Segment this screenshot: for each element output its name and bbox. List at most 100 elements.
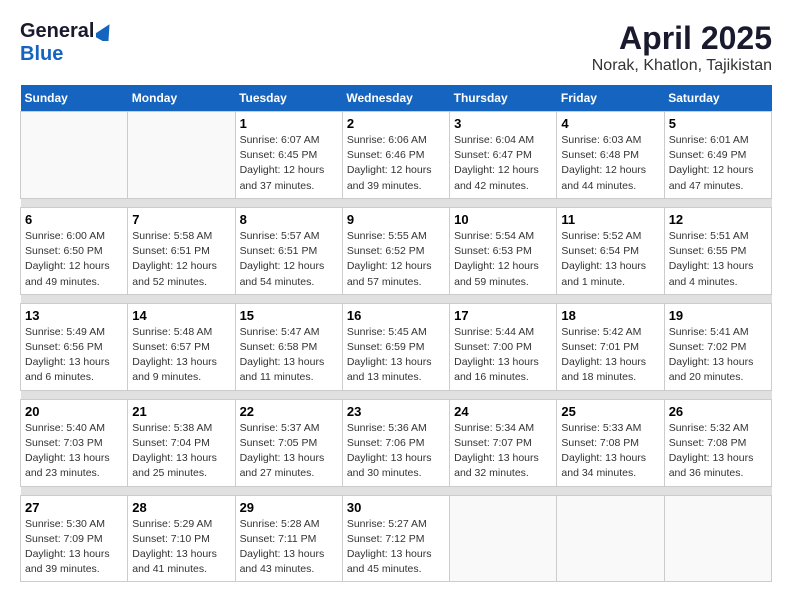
calendar-cell: 13 Sunrise: 5:49 AMSunset: 6:56 PMDayligh… xyxy=(21,303,128,390)
day-info: Sunrise: 5:52 AMSunset: 6:54 PMDaylight:… xyxy=(561,229,659,290)
day-number: 23 xyxy=(347,404,445,419)
logo-icon xyxy=(96,23,114,41)
day-number: 18 xyxy=(561,308,659,323)
calendar-cell: 18Sunrise: 5:42 AMSunset: 7:01 PMDayligh… xyxy=(557,303,664,390)
day-number: 7 xyxy=(132,212,230,227)
week-divider-row xyxy=(21,198,772,207)
day-number: 4 xyxy=(561,116,659,131)
calendar-cell: 19 Sunrise: 5:41 AMSunset: 7:02 PMDayligh… xyxy=(664,303,771,390)
calendar-week-row: 20 Sunrise: 5:40 AMSunset: 7:03 PMDayligh… xyxy=(21,399,772,486)
logo-general: General xyxy=(20,20,94,43)
calendar-body: 1 Sunrise: 6:07 AMSunset: 6:45 PMDaylight… xyxy=(21,112,772,582)
calendar-cell: 27Sunrise: 5:30 AMSunset: 7:09 PMDayligh… xyxy=(21,495,128,582)
calendar-cell: 24Sunrise: 5:34 AMSunset: 7:07 PMDayligh… xyxy=(450,399,557,486)
calendar-cell: 9Sunrise: 5:55 AMSunset: 6:52 PMDaylight… xyxy=(342,207,449,294)
calendar-cell: 30Sunrise: 5:27 AMSunset: 7:12 PMDayligh… xyxy=(342,495,449,582)
calendar-cell: 8 Sunrise: 5:57 AMSunset: 6:51 PMDaylight… xyxy=(235,207,342,294)
day-info: Sunrise: 5:51 AMSunset: 6:55 PMDaylight:… xyxy=(669,229,767,290)
day-info: Sunrise: 5:38 AMSunset: 7:04 PMDaylight:… xyxy=(132,421,230,482)
day-number: 15 xyxy=(240,308,338,323)
day-info: Sunrise: 6:06 AMSunset: 6:46 PMDaylight:… xyxy=(347,133,445,194)
day-number: 21 xyxy=(132,404,230,419)
day-number: 8 xyxy=(240,212,338,227)
calendar-table: SundayMondayTuesdayWednesdayThursdayFrid… xyxy=(20,85,772,582)
page-header: General Blue April 2025 Norak, Khatlon, … xyxy=(20,20,772,75)
day-number: 16 xyxy=(347,308,445,323)
day-number: 9 xyxy=(347,212,445,227)
calendar-cell: 3 Sunrise: 6:04 AMSunset: 6:47 PMDaylight… xyxy=(450,112,557,199)
week-divider xyxy=(21,294,772,303)
calendar-title: April 2025 xyxy=(592,20,772,57)
day-info: Sunrise: 5:36 AMSunset: 7:06 PMDaylight:… xyxy=(347,421,445,482)
day-number: 12 xyxy=(669,212,767,227)
day-info: Sunrise: 5:41 AMSunset: 7:02 PMDaylight:… xyxy=(669,325,767,386)
week-divider xyxy=(21,486,772,495)
day-info: Sunrise: 5:30 AMSunset: 7:09 PMDaylight:… xyxy=(25,517,123,578)
day-info: Sunrise: 6:07 AMSunset: 6:45 PMDaylight:… xyxy=(240,133,338,194)
calendar-cell: 10Sunrise: 5:54 AMSunset: 6:53 PMDayligh… xyxy=(450,207,557,294)
day-number: 6 xyxy=(25,212,123,227)
calendar-cell xyxy=(557,495,664,582)
day-number: 19 xyxy=(669,308,767,323)
day-info: Sunrise: 5:58 AMSunset: 6:51 PMDaylight:… xyxy=(132,229,230,290)
day-number: 3 xyxy=(454,116,552,131)
week-divider-row xyxy=(21,390,772,399)
day-info: Sunrise: 5:29 AMSunset: 7:10 PMDaylight:… xyxy=(132,517,230,578)
calendar-cell xyxy=(21,112,128,199)
calendar-cell: 29 Sunrise: 5:28 AMSunset: 7:11 PMDayligh… xyxy=(235,495,342,582)
day-number: 17 xyxy=(454,308,552,323)
day-number: 22 xyxy=(240,404,338,419)
day-info: Sunrise: 5:37 AMSunset: 7:05 PMDaylight:… xyxy=(240,421,338,482)
calendar-cell: 1 Sunrise: 6:07 AMSunset: 6:45 PMDaylight… xyxy=(235,112,342,199)
calendar-cell: 14Sunrise: 5:48 AMSunset: 6:57 PMDayligh… xyxy=(128,303,235,390)
day-number: 13 xyxy=(25,308,123,323)
day-info: Sunrise: 6:03 AMSunset: 6:48 PMDaylight:… xyxy=(561,133,659,194)
day-info: Sunrise: 5:28 AMSunset: 7:11 PMDaylight:… xyxy=(240,517,338,578)
day-info: Sunrise: 5:57 AMSunset: 6:51 PMDaylight:… xyxy=(240,229,338,290)
day-info: Sunrise: 5:44 AMSunset: 7:00 PMDaylight:… xyxy=(454,325,552,386)
calendar-week-row: 6 Sunrise: 6:00 AMSunset: 6:50 PMDaylight… xyxy=(21,207,772,294)
calendar-cell: 4 Sunrise: 6:03 AMSunset: 6:48 PMDaylight… xyxy=(557,112,664,199)
weekday-header: Monday xyxy=(128,85,235,112)
day-number: 30 xyxy=(347,500,445,515)
day-info: Sunrise: 5:49 AMSunset: 6:56 PMDaylight:… xyxy=(25,325,123,386)
day-number: 5 xyxy=(669,116,767,131)
day-number: 11 xyxy=(561,212,659,227)
week-divider xyxy=(21,198,772,207)
calendar-cell: 16 Sunrise: 5:45 AMSunset: 6:59 PMDayligh… xyxy=(342,303,449,390)
calendar-cell: 21 Sunrise: 5:38 AMSunset: 7:04 PMDayligh… xyxy=(128,399,235,486)
calendar-week-row: 13 Sunrise: 5:49 AMSunset: 6:56 PMDayligh… xyxy=(21,303,772,390)
weekday-header: Sunday xyxy=(21,85,128,112)
day-number: 26 xyxy=(669,404,767,419)
weekday-header: Thursday xyxy=(450,85,557,112)
calendar-cell: 20 Sunrise: 5:40 AMSunset: 7:03 PMDayligh… xyxy=(21,399,128,486)
day-info: Sunrise: 5:34 AMSunset: 7:07 PMDaylight:… xyxy=(454,421,552,482)
day-info: Sunrise: 5:54 AMSunset: 6:53 PMDaylight:… xyxy=(454,229,552,290)
day-info: Sunrise: 5:32 AMSunset: 7:08 PMDaylight:… xyxy=(669,421,767,482)
day-number: 20 xyxy=(25,404,123,419)
day-number: 2 xyxy=(347,116,445,131)
week-divider-row xyxy=(21,294,772,303)
calendar-week-row: 1 Sunrise: 6:07 AMSunset: 6:45 PMDaylight… xyxy=(21,112,772,199)
calendar-cell xyxy=(128,112,235,199)
day-info: Sunrise: 5:48 AMSunset: 6:57 PMDaylight:… xyxy=(132,325,230,386)
day-number: 29 xyxy=(240,500,338,515)
day-info: Sunrise: 5:40 AMSunset: 7:03 PMDaylight:… xyxy=(25,421,123,482)
calendar-cell: 17 Sunrise: 5:44 AMSunset: 7:00 PMDayligh… xyxy=(450,303,557,390)
logo-blue: Blue xyxy=(20,43,63,66)
day-number: 1 xyxy=(240,116,338,131)
day-info: Sunrise: 6:00 AMSunset: 6:50 PMDaylight:… xyxy=(25,229,123,290)
calendar-cell: 22 Sunrise: 5:37 AMSunset: 7:05 PMDayligh… xyxy=(235,399,342,486)
calendar-cell: 23 Sunrise: 5:36 AMSunset: 7:06 PMDayligh… xyxy=(342,399,449,486)
logo: General Blue xyxy=(20,20,114,66)
calendar-cell: 5Sunrise: 6:01 AMSunset: 6:49 PMDaylight… xyxy=(664,112,771,199)
calendar-cell: 26 Sunrise: 5:32 AMSunset: 7:08 PMDayligh… xyxy=(664,399,771,486)
weekday-header: Saturday xyxy=(664,85,771,112)
weekday-header: Wednesday xyxy=(342,85,449,112)
day-info: Sunrise: 6:04 AMSunset: 6:47 PMDaylight:… xyxy=(454,133,552,194)
day-info: Sunrise: 5:45 AMSunset: 6:59 PMDaylight:… xyxy=(347,325,445,386)
calendar-cell: 15Sunrise: 5:47 AMSunset: 6:58 PMDayligh… xyxy=(235,303,342,390)
calendar-cell: 6 Sunrise: 6:00 AMSunset: 6:50 PMDaylight… xyxy=(21,207,128,294)
calendar-week-row: 27Sunrise: 5:30 AMSunset: 7:09 PMDayligh… xyxy=(21,495,772,582)
weekday-header: Tuesday xyxy=(235,85,342,112)
